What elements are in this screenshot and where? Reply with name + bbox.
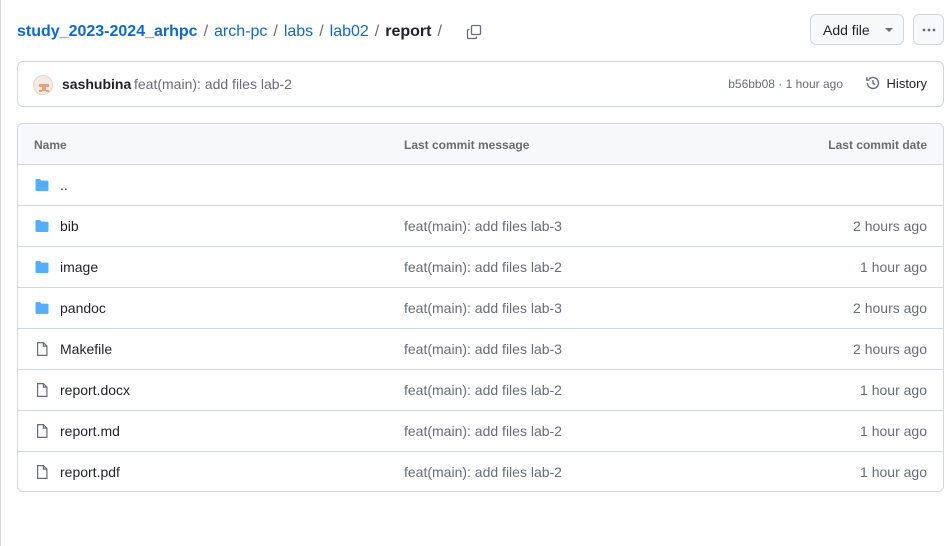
file-name-link[interactable]: Makefile xyxy=(60,341,112,357)
table-row[interactable]: image feat(main): add files lab-2 1 hour a… xyxy=(18,247,943,288)
file-name-link[interactable]: report.md xyxy=(60,423,120,439)
table-row[interactable]: report.md feat(main): add files lab-2 1 ho… xyxy=(18,411,943,452)
file-name-link[interactable]: report.docx xyxy=(60,382,130,398)
file-commit-message-link[interactable]: feat(main): add files lab-2 xyxy=(404,259,562,275)
breadcrumb-link-labs[interactable]: labs xyxy=(284,22,313,42)
file-commit-message-link[interactable]: feat(main): add files lab-3 xyxy=(404,300,562,316)
breadcrumb-separator: / xyxy=(203,23,209,40)
file-icon xyxy=(34,423,50,439)
file-table: Name Last commit message Last commit dat… xyxy=(17,123,944,492)
folder-icon xyxy=(34,218,50,234)
column-header-date: Last commit date xyxy=(828,138,927,152)
breadcrumb-current: report xyxy=(385,23,432,40)
folder-icon xyxy=(34,177,50,193)
file-commit-date: 1 hour ago xyxy=(860,423,927,439)
breadcrumb-separator: / xyxy=(437,23,442,40)
file-commit-date: 1 hour ago xyxy=(860,382,927,398)
copy-icon xyxy=(466,24,482,40)
table-row[interactable]: report.docx feat(main): add files lab-2 1 … xyxy=(18,370,943,411)
table-header: Name Last commit message Last commit dat… xyxy=(18,124,943,165)
folder-icon xyxy=(34,259,50,275)
file-commit-message-link[interactable]: feat(main): add files lab-2 xyxy=(404,382,562,398)
breadcrumb: study_2023-2024_arhpc / arch-pc / labs /… xyxy=(17,20,486,44)
file-commit-date: 2 hours ago xyxy=(853,341,927,357)
breadcrumb-separator: / xyxy=(273,23,278,40)
file-commit-message-link[interactable]: feat(main): add files lab-2 xyxy=(404,423,562,439)
file-commit-date: 1 hour ago xyxy=(860,464,927,480)
kebab-horizontal-icon xyxy=(922,28,935,31)
chevron-down-icon xyxy=(885,28,893,32)
file-name-link[interactable]: bib xyxy=(60,218,79,234)
folder-icon xyxy=(34,300,50,316)
breadcrumb-separator: / xyxy=(374,23,380,40)
file-commit-message-link[interactable]: feat(main): add files lab-3 xyxy=(404,218,562,234)
table-row[interactable]: .. xyxy=(18,165,943,206)
file-name-link[interactable]: pandoc xyxy=(60,300,106,316)
file-commit-date: 2 hours ago xyxy=(853,300,927,316)
table-row[interactable]: report.pdf feat(main): add files lab-2 1 h… xyxy=(18,452,943,491)
more-options-button[interactable] xyxy=(913,14,944,45)
history-icon xyxy=(865,76,879,90)
commit-author-link[interactable]: sashubina xyxy=(62,76,131,92)
file-name-link[interactable]: report.pdf xyxy=(60,464,120,480)
table-row[interactable]: pandoc feat(main): add files lab-3 2 hours… xyxy=(18,288,943,329)
add-file-button[interactable]: Add file xyxy=(810,14,904,45)
file-commit-date: 2 hours ago xyxy=(853,218,927,234)
commit-message-link[interactable]: feat(main): add files lab-2 xyxy=(134,76,292,92)
breadcrumb-repo-link[interactable]: study_2023-2024_arhpc xyxy=(17,22,198,42)
add-file-label: Add file xyxy=(823,21,870,38)
file-name-link[interactable]: .. xyxy=(60,177,68,193)
avatar[interactable] xyxy=(33,75,53,95)
column-header-name: Name xyxy=(34,138,67,152)
avatar-icon xyxy=(39,84,49,92)
file-icon xyxy=(34,382,50,398)
file-icon xyxy=(34,464,50,480)
table-body: .. bib feat(main): add files lab-3 2 hours … xyxy=(18,165,943,491)
column-header-message: Last commit message xyxy=(404,138,530,152)
file-commit-date: 1 hour ago xyxy=(860,259,927,275)
copy-path-button[interactable] xyxy=(462,20,486,44)
file-icon xyxy=(34,341,50,357)
table-row[interactable]: bib feat(main): add files lab-3 2 hours ag… xyxy=(18,206,943,247)
latest-commit-box: sashubina feat(main): add files lab-2 b5… xyxy=(17,61,944,107)
history-label: History xyxy=(886,75,927,91)
breadcrumb-link-arch-pc[interactable]: arch-pc xyxy=(214,22,267,42)
commit-hash-time[interactable]: b56bb08 · 1 hour ago xyxy=(728,77,843,91)
table-row[interactable]: Makefile feat(main): add files lab-3 2 hou… xyxy=(18,329,943,370)
breadcrumb-link-lab02[interactable]: lab02 xyxy=(330,22,369,42)
page-left-border xyxy=(0,0,1,546)
history-button[interactable]: History xyxy=(865,75,927,91)
file-commit-message-link[interactable]: feat(main): add files lab-3 xyxy=(404,341,562,357)
repo-header: study_2023-2024_arhpc / arch-pc / labs /… xyxy=(17,14,944,46)
breadcrumb-separator: / xyxy=(319,23,324,40)
file-commit-message-link[interactable]: feat(main): add files lab-2 xyxy=(404,464,562,480)
file-name-link[interactable]: image xyxy=(60,259,98,275)
